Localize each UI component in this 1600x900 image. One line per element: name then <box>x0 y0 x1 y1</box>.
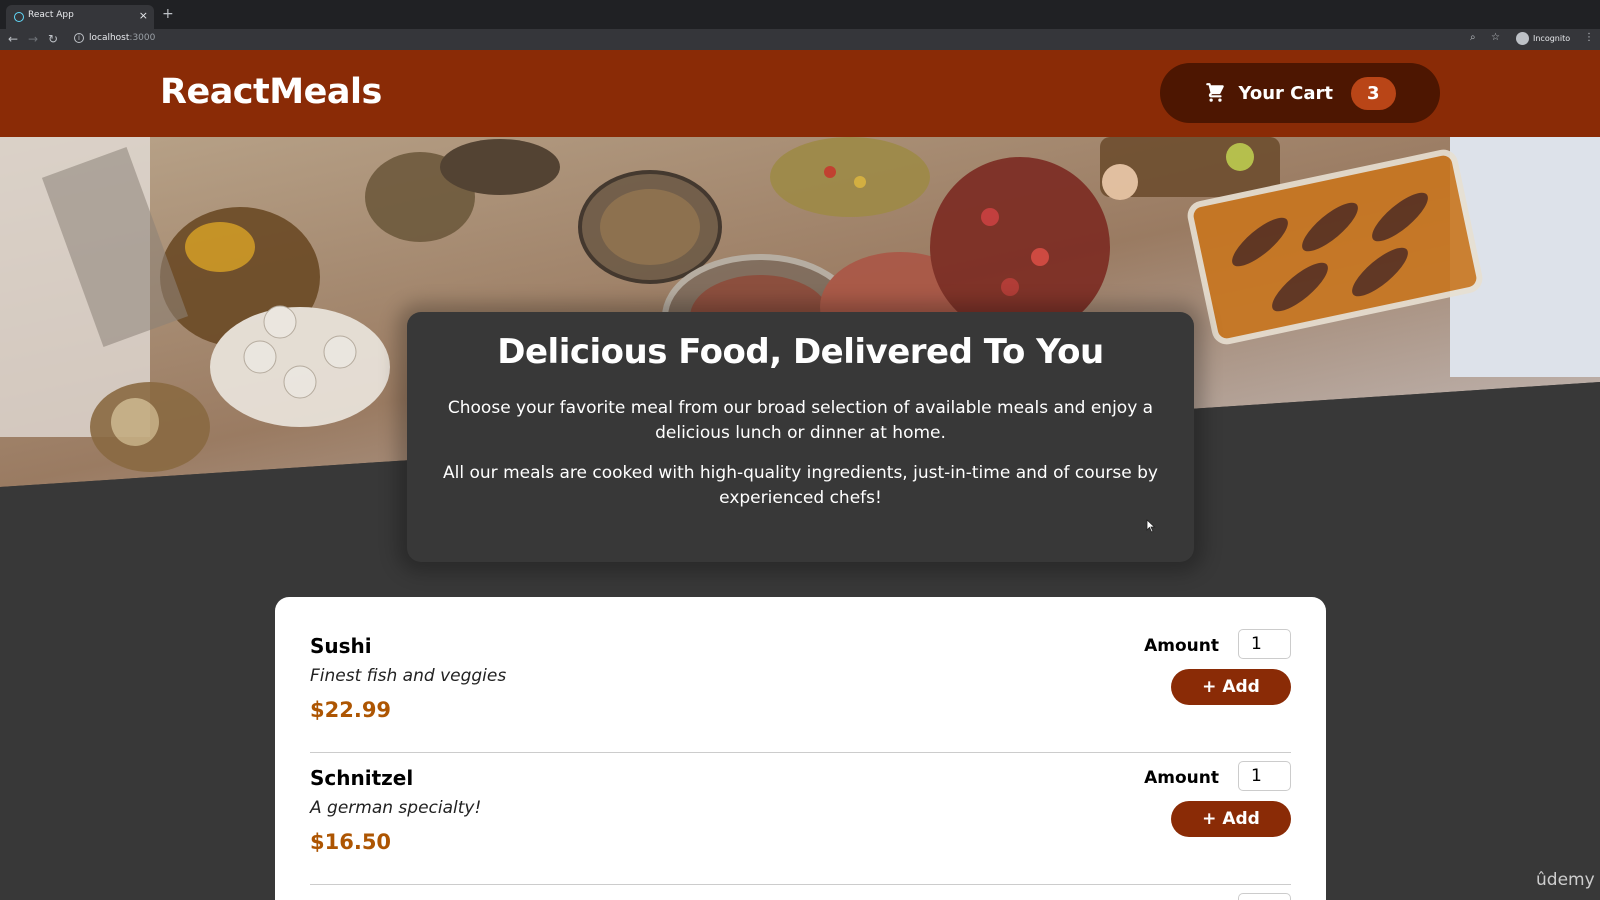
app-header: ReactMeals Your Cart 3 <box>0 50 1600 137</box>
meal-description: Finest fish and veggies <box>310 666 507 686</box>
address-bar: ← → ↻ i localhost:3000 ⌕ ☆ Incognito ⋮ <box>0 29 1600 50</box>
forward-icon[interactable]: → <box>28 32 38 46</box>
amount-label: Amount <box>1144 636 1219 656</box>
meals-summary: Delicious Food, Delivered To You Choose … <box>407 312 1194 562</box>
cart-icon <box>1204 82 1226 104</box>
mouse-cursor-icon <box>1146 518 1156 537</box>
meal-price: $16.50 <box>310 830 392 854</box>
meal-item: Sushi Finest fish and veggies $22.99 Amo… <box>310 621 1291 753</box>
summary-paragraph-2: All our meals are cooked with high-quali… <box>443 463 1158 508</box>
amount-input[interactable] <box>1238 629 1291 659</box>
logo: ReactMeals <box>160 72 382 112</box>
react-favicon-icon <box>14 12 24 22</box>
tab-title: React App <box>28 10 74 20</box>
meal-description: A german specialty! <box>310 798 482 818</box>
back-icon[interactable]: ← <box>8 32 18 46</box>
cart-count-badge: 3 <box>1351 76 1396 110</box>
add-to-cart-button[interactable]: + Add <box>1171 669 1291 705</box>
amount-input[interactable] <box>1238 893 1291 900</box>
meal-name: Sushi <box>310 634 372 658</box>
zoom-icon[interactable]: ⌕ <box>1470 32 1476 43</box>
meal-name: Schnitzel <box>310 766 414 790</box>
summary-paragraph-1: Choose your favorite meal from our broad… <box>447 398 1154 443</box>
info-icon[interactable]: i <box>74 33 84 43</box>
amount-label: Amount <box>1144 768 1219 788</box>
url-field[interactable]: localhost:3000 <box>89 33 155 43</box>
profile-label[interactable]: Incognito <box>1533 34 1570 43</box>
add-to-cart-button[interactable]: + Add <box>1171 801 1291 837</box>
cart-label: Your Cart <box>1238 82 1333 104</box>
summary-title: Delicious Food, Delivered To You <box>497 332 1104 372</box>
meal-price: $22.99 <box>310 698 392 722</box>
new-tab-button[interactable]: + <box>162 6 174 22</box>
browser-tab[interactable]: React App × <box>6 5 154 29</box>
udemy-watermark: ûdemy <box>1536 870 1595 890</box>
browser-tab-bar: React App × + <box>0 0 1600 29</box>
menu-icon[interactable]: ⋮ <box>1584 32 1594 43</box>
meal-item: Schnitzel A german specialty! $16.50 Amo… <box>310 753 1291 885</box>
star-icon[interactable]: ☆ <box>1491 32 1500 43</box>
tab-close-icon[interactable]: × <box>139 9 148 22</box>
amount-input[interactable] <box>1238 761 1291 791</box>
reload-icon[interactable]: ↻ <box>48 32 58 46</box>
incognito-icon[interactable] <box>1516 32 1529 45</box>
available-meals-card: Sushi Finest fish and veggies $22.99 Amo… <box>275 597 1326 900</box>
cart-button[interactable]: Your Cart 3 <box>1160 63 1440 123</box>
